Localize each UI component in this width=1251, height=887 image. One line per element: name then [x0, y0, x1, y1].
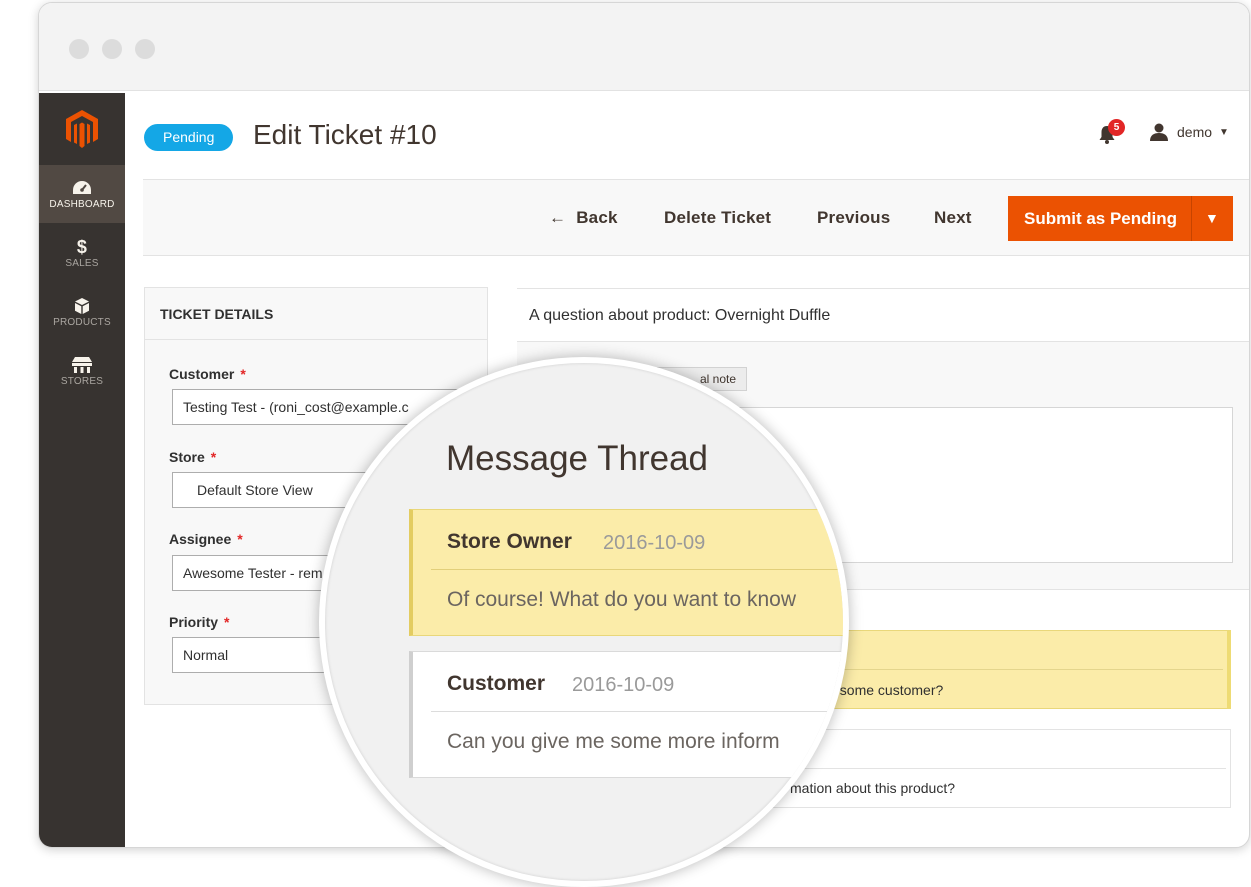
previous-button[interactable]: Previous: [817, 208, 890, 228]
message-text: Can you give me some more inform: [447, 730, 780, 753]
sidebar-item-dashboard[interactable]: Dashboard: [39, 165, 125, 223]
ticket-subject: A question about product: Overnight Duff…: [517, 288, 1249, 342]
sidebar-item-products[interactable]: Products: [39, 283, 125, 341]
window-minimize-dot[interactable]: [102, 39, 122, 59]
page-actions: ← Back Delete Ticket Previous Next Submit…: [143, 179, 1249, 256]
magento-logo[interactable]: [39, 93, 125, 165]
notification-count-badge: 5: [1108, 119, 1125, 136]
username: demo: [1177, 124, 1213, 140]
back-button[interactable]: ← Back: [549, 208, 618, 228]
message-text: Of course! What do you want to know: [447, 588, 797, 611]
message-date: 2016-10-09: [572, 674, 675, 696]
page-header: Pending Edit Ticket #10 5 demo ▼: [125, 93, 1249, 181]
customer-label: Customer *: [169, 366, 246, 382]
priority-label: Priority *: [169, 614, 230, 630]
browser-chrome: [39, 3, 1249, 91]
ticket-details-title: Ticket Details: [145, 288, 487, 340]
user-icon: [1150, 123, 1168, 141]
message-author: Store Owner: [447, 530, 572, 553]
message-store-owner: Store Owner 2016-10-09 Of course! What d…: [409, 509, 843, 636]
status-badge: Pending: [144, 124, 234, 151]
submit-dropdown-toggle[interactable]: ▼: [1205, 210, 1219, 226]
message-customer: Customer 2016-10-09 Can you give me some…: [409, 651, 843, 778]
message-author: Customer: [447, 672, 546, 695]
window-maximize-dot[interactable]: [135, 39, 155, 59]
box-icon: [75, 298, 89, 314]
message-thread-title: Message Thread: [446, 439, 709, 478]
user-menu[interactable]: demo ▼: [1149, 121, 1229, 143]
next-button[interactable]: Next: [934, 208, 972, 228]
store-icon: [72, 357, 92, 373]
submit-as-pending-button[interactable]: Submit as Pending ▼: [1008, 196, 1233, 241]
dashboard-icon: [73, 181, 91, 194]
admin-sidebar: Dashboard $ Sales Products Stores: [39, 93, 125, 847]
magnifier-lens: Message Thread Store Owner 2016-10-09 Of…: [325, 363, 843, 881]
dollar-icon: $: [76, 237, 88, 257]
assignee-label: Assignee *: [169, 531, 243, 547]
window-close-dot[interactable]: [69, 39, 89, 59]
message-date: 2016-10-09: [603, 532, 706, 554]
delete-ticket-button[interactable]: Delete Ticket: [664, 208, 771, 228]
page-title: Edit Ticket #10: [253, 119, 437, 150]
arrow-left-icon: ←: [549, 208, 567, 227]
chevron-down-icon: ▼: [1219, 126, 1229, 138]
sidebar-item-sales[interactable]: $ Sales: [39, 224, 125, 282]
sidebar-item-stores[interactable]: Stores: [39, 342, 125, 400]
store-label: Store *: [169, 449, 217, 465]
